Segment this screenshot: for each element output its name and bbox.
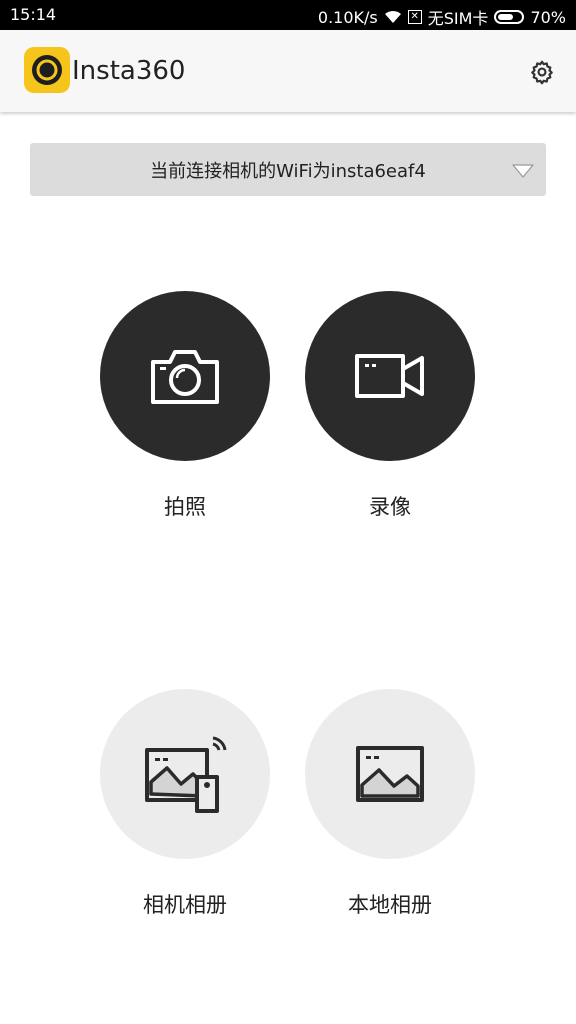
wifi-selector-dropdown[interactable]: 当前连接相机的WiFi为insta6eaf4 xyxy=(30,143,546,196)
camera-icon xyxy=(151,350,219,404)
app-bar: Insta360 xyxy=(0,30,576,112)
photo-button[interactable]: 拍照 xyxy=(100,291,270,521)
video-label: 录像 xyxy=(369,495,411,519)
camera-album-label: 相机相册 xyxy=(143,893,227,917)
battery-icon xyxy=(494,10,525,24)
video-circle[interactable] xyxy=(305,291,475,461)
triangle-down-icon xyxy=(512,163,534,182)
battery-fill xyxy=(498,14,514,20)
network-speed: 0.10K/s xyxy=(317,7,378,27)
insta360-logo-icon xyxy=(24,47,70,93)
camera-album-button[interactable]: 相机相册 xyxy=(100,689,270,919)
local-album-button[interactable]: 本地相册 xyxy=(305,689,475,919)
sim-status: 无SIM卡 xyxy=(427,9,489,28)
local-album-label: 本地相册 xyxy=(348,893,432,917)
photo-circle[interactable] xyxy=(100,291,270,461)
local-album-icon xyxy=(356,746,424,802)
battery-percent: 70% xyxy=(530,7,566,27)
video-button[interactable]: 录像 xyxy=(305,291,475,521)
status-bar: 15:14 0.10K/s ✕ 无SIM卡 70% xyxy=(0,0,576,30)
video-camera-icon xyxy=(355,354,424,398)
status-indicators: 0.10K/s ✕ 无SIM卡 70% xyxy=(318,5,566,29)
no-sim-icon: ✕ xyxy=(407,10,422,24)
gear-icon xyxy=(531,60,553,85)
settings-button[interactable] xyxy=(528,58,556,86)
wifi-icon xyxy=(384,10,402,24)
camera-album-circle[interactable] xyxy=(100,689,270,859)
camera-album-icon xyxy=(145,736,227,813)
app-title: Insta360 xyxy=(72,56,186,86)
wifi-selector-label: 当前连接相机的WiFi为insta6eaf4 xyxy=(150,160,426,182)
local-album-circle[interactable] xyxy=(305,689,475,859)
status-time: 15:14 xyxy=(10,5,57,24)
photo-label: 拍照 xyxy=(164,495,206,519)
